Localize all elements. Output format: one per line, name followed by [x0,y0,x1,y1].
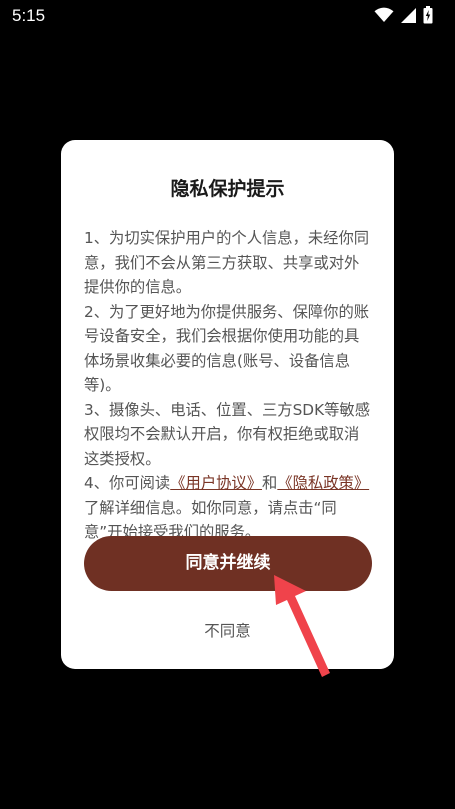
dialog-title: 隐私保护提示 [170,178,285,200]
privacy-policy-link[interactable]: 《隐私政策》 [277,474,369,492]
dialog-body: 1、为切实保护用户的个人信息，未经你同意，我们不会从第三方获取、共享或对外提供你… [84,226,374,545]
privacy-item-4-suffix: 了解详细信息。如你同意，请点击“同意”开始接受我们的服务。 [84,498,337,542]
screen: 5:15 隐私保护提示 1、为切实保护用户的个人信息，未经你同意，我们不会从第三… [0,0,455,809]
status-icons [374,6,433,24]
user-agreement-link[interactable]: 《用户协议》 [170,474,262,492]
privacy-item-4: 4、你可阅读《用户协议》和《隐私政策》了解详细信息。如你同意，请点击“同意”开始… [84,471,374,545]
privacy-item-1: 1、为切实保护用户的个人信息，未经你同意，我们不会从第三方获取、共享或对外提供你… [84,229,370,296]
privacy-item-4-prefix: 4、你可阅读 [84,474,171,492]
privacy-item-4-and: 和 [262,474,278,492]
status-bar: 5:15 [0,0,455,34]
privacy-item-2: 2、为了更好地为你提供服务、保障你的账号设备安全，我们会根据你使用功能的具体场景… [84,302,370,395]
status-time: 5:15 [12,6,46,25]
cellular-signal-icon [401,7,416,23]
wifi-icon [374,7,394,22]
privacy-item-3: 3、摄像头、电话、位置、三方SDK等敏感权限均不会默认开启，你有权拒绝或取消这类… [84,400,371,468]
battery-charging-icon [423,6,433,24]
disagree-button[interactable]: 不同意 [0,619,455,641]
agree-and-continue-button[interactable]: 同意并继续 [84,536,372,591]
